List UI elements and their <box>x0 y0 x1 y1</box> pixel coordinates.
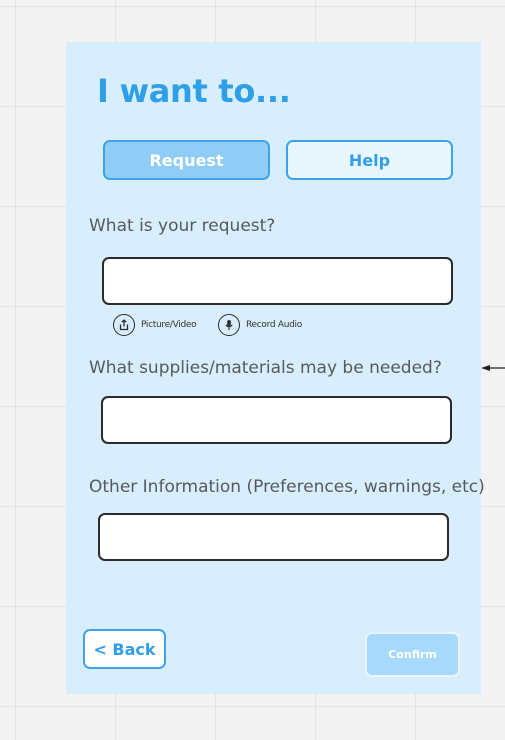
page-title: I want to... <box>97 72 291 110</box>
microphone-icon <box>218 314 240 336</box>
record-audio-label: Record Audio <box>246 320 302 330</box>
picture-video-button[interactable]: Picture/Video <box>113 314 197 336</box>
request-question-label: What is your request? <box>89 216 276 236</box>
tab-request[interactable]: Request <box>103 140 270 180</box>
other-info-input[interactable] <box>98 513 449 561</box>
other-info-question-label: Other Information (Preferences, warnings… <box>89 477 485 497</box>
record-audio-button[interactable]: Record Audio <box>218 314 302 336</box>
request-form-card: I want to... Request Help What is your r… <box>66 42 485 694</box>
supplies-input[interactable] <box>101 396 452 444</box>
connector-arrow <box>481 365 505 371</box>
share-upload-icon <box>113 314 135 336</box>
confirm-button[interactable]: Confirm <box>365 632 460 677</box>
picture-video-label: Picture/Video <box>141 320 197 330</box>
back-button[interactable]: < Back <box>83 629 166 669</box>
tab-help[interactable]: Help <box>286 140 453 180</box>
supplies-question-label: What supplies/materials may be needed? <box>89 358 442 378</box>
request-input[interactable] <box>102 257 453 305</box>
